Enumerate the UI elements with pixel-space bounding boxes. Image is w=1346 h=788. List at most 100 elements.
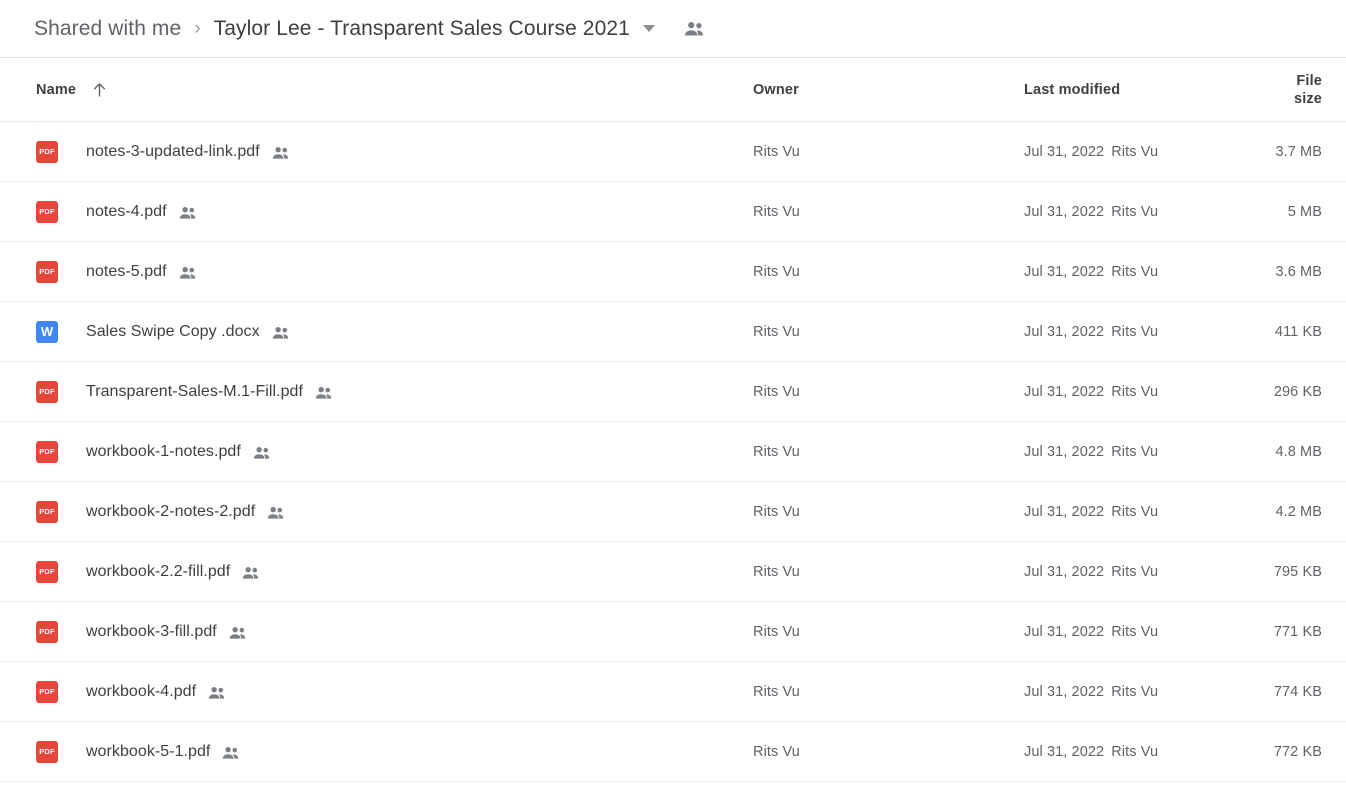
file-modified-date: Jul 31, 2022	[1024, 263, 1105, 280]
table-row[interactable]: PDF workbook-4.pdf Rits Vu Jul 31, 2022 Rits…	[0, 662, 1346, 722]
file-last-modified-cell: Jul 31, 2022 Rits Vu	[1024, 623, 1266, 641]
file-owner-label: Rits Vu	[753, 563, 800, 580]
file-modified-by: Rits Vu	[1111, 563, 1159, 580]
shared-people-icon	[178, 266, 197, 280]
file-owner-cell: Rits Vu	[753, 563, 1024, 581]
file-size-label: 3.6 MB	[1275, 263, 1322, 280]
pdf-file-icon: PDF	[36, 740, 58, 763]
table-row[interactable]: PDF workbook-3-fill.pdf Rits Vu Jul 31, 202…	[0, 602, 1346, 662]
file-size-cell: 771 KB	[1266, 623, 1334, 641]
file-size-label: 5 MB	[1287, 203, 1322, 220]
file-owner-cell: Rits Vu	[753, 323, 1024, 341]
file-owner-cell: Rits Vu	[753, 443, 1024, 461]
file-owner-label: Rits Vu	[753, 383, 800, 400]
file-size-label: 795 KB	[1273, 563, 1322, 580]
file-modified-by: Rits Vu	[1111, 263, 1159, 280]
file-size-label: 4.8 MB	[1275, 443, 1322, 460]
file-name-cell[interactable]: PDF workbook-2.2-fill.pdf	[36, 560, 753, 583]
column-header-last-modified[interactable]: Last modified	[1024, 81, 1266, 99]
file-last-modified-cell: Jul 31, 2022 Rits Vu	[1024, 683, 1266, 701]
file-owner-cell: Rits Vu	[753, 503, 1024, 521]
file-list-table: Name Owner Last modified File size PDF no…	[0, 58, 1346, 782]
pdf-file-icon: PDF	[36, 140, 58, 163]
file-owner-label: Rits Vu	[753, 323, 800, 340]
column-header-file-size[interactable]: File size	[1266, 72, 1334, 108]
table-row[interactable]: PDF notes-3-updated-link.pdf Rits Vu Jul 31…	[0, 122, 1346, 182]
file-size-cell: 4.2 MB	[1266, 503, 1334, 521]
file-name-cell[interactable]: W Sales Swipe Copy .docx	[36, 320, 753, 343]
column-header-name[interactable]: Name	[36, 82, 753, 98]
table-row[interactable]: PDF notes-5.pdf Rits Vu Jul 31, 2022 Rits Vu…	[0, 242, 1346, 302]
table-row[interactable]: PDF notes-4.pdf Rits Vu Jul 31, 2022 Rits Vu…	[0, 182, 1346, 242]
table-row[interactable]: PDF workbook-1-notes.pdf Rits Vu Jul 31, 20…	[0, 422, 1346, 482]
docx-file-icon: W	[36, 320, 58, 343]
column-header-file-size-label: File size	[1293, 72, 1322, 107]
pdf-file-icon: PDF	[36, 680, 58, 703]
file-size-label: 411 KB	[1274, 323, 1322, 340]
shared-people-icon	[221, 746, 240, 760]
file-name-cell[interactable]: PDF workbook-4.pdf	[36, 680, 753, 703]
shared-people-icon	[266, 506, 285, 520]
breadcrumb-parent-link[interactable]: Shared with me	[34, 17, 181, 41]
shared-people-icon	[271, 326, 290, 340]
file-size-label: 4.2 MB	[1275, 503, 1322, 520]
arrow-up-icon[interactable]	[92, 82, 107, 98]
pdf-file-icon: PDF	[36, 260, 58, 283]
pdf-file-icon: PDF	[36, 560, 58, 583]
column-header-name-label: Name	[36, 81, 77, 98]
file-modified-by: Rits Vu	[1111, 203, 1159, 220]
file-size-cell: 3.6 MB	[1266, 263, 1334, 281]
file-size-cell: 795 KB	[1266, 563, 1334, 581]
file-size-label: 3.7 MB	[1275, 143, 1322, 160]
drive-file-browser: Shared with me › Taylor Lee - Transparen…	[0, 0, 1346, 788]
table-row[interactable]: PDF workbook-2-notes-2.pdf Rits Vu Jul 31, …	[0, 482, 1346, 542]
file-name-label: workbook-2-notes-2.pdf	[86, 502, 256, 520]
file-last-modified-cell: Jul 31, 2022 Rits Vu	[1024, 503, 1266, 521]
file-name-cell[interactable]: PDF workbook-5-1.pdf	[36, 740, 753, 763]
file-owner-cell: Rits Vu	[753, 623, 1024, 641]
table-row[interactable]: W Sales Swipe Copy .docx Rits Vu Jul 31, 20…	[0, 302, 1346, 362]
file-owner-label: Rits Vu	[753, 443, 800, 460]
file-owner-cell: Rits Vu	[753, 203, 1024, 221]
breadcrumb: Shared with me › Taylor Lee - Transparen…	[0, 0, 1346, 58]
file-modified-date: Jul 31, 2022	[1024, 143, 1105, 160]
table-row[interactable]: PDF workbook-5-1.pdf Rits Vu Jul 31, 2022 Ri…	[0, 722, 1346, 782]
table-row[interactable]: PDF workbook-2.2-fill.pdf Rits Vu Jul 31, 2…	[0, 542, 1346, 602]
file-name-label: notes-3-updated-link.pdf	[86, 142, 260, 160]
file-size-cell: 5 MB	[1266, 203, 1334, 221]
file-last-modified-cell: Jul 31, 2022 Rits Vu	[1024, 143, 1266, 161]
file-size-label: 774 KB	[1273, 683, 1322, 700]
file-modified-date: Jul 31, 2022	[1024, 623, 1105, 640]
file-name-cell[interactable]: PDF notes-4.pdf	[36, 200, 753, 223]
file-name-cell[interactable]: PDF notes-3-updated-link.pdf	[36, 140, 753, 163]
file-modified-date: Jul 31, 2022	[1024, 503, 1105, 520]
file-name-cell[interactable]: PDF workbook-1-notes.pdf	[36, 440, 753, 463]
shared-people-icon	[241, 566, 260, 580]
file-name-cell[interactable]: PDF notes-5.pdf	[36, 260, 753, 283]
file-last-modified-cell: Jul 31, 2022 Rits Vu	[1024, 563, 1266, 581]
file-name-cell[interactable]: PDF Transparent-Sales-M.1-Fill.pdf	[36, 380, 753, 403]
file-size-label: 296 KB	[1273, 383, 1322, 400]
file-modified-by: Rits Vu	[1111, 443, 1159, 460]
file-owner-label: Rits Vu	[753, 503, 800, 520]
table-row[interactable]: PDF Transparent-Sales-M.1-Fill.pdf Rits Vu…	[0, 362, 1346, 422]
file-modified-by: Rits Vu	[1111, 503, 1159, 520]
file-size-cell: 296 KB	[1266, 383, 1334, 401]
file-owner-cell: Rits Vu	[753, 383, 1024, 401]
pdf-file-icon: PDF	[36, 620, 58, 643]
shared-people-icon	[228, 626, 247, 640]
column-header-last-modified-label: Last modified	[1024, 81, 1121, 98]
shared-people-icon	[207, 686, 226, 700]
breadcrumb-current-folder[interactable]: Taylor Lee - Transparent Sales Course 20…	[214, 17, 630, 41]
file-size-label: 772 KB	[1273, 743, 1322, 760]
file-modified-date: Jul 31, 2022	[1024, 383, 1105, 400]
chevron-down-icon[interactable]	[642, 25, 655, 32]
file-modified-date: Jul 31, 2022	[1024, 743, 1105, 760]
file-name-cell[interactable]: PDF workbook-2-notes-2.pdf	[36, 500, 753, 523]
file-name-label: workbook-5-1.pdf	[86, 742, 211, 760]
column-header-owner[interactable]: Owner	[753, 81, 1024, 99]
file-modified-date: Jul 31, 2022	[1024, 563, 1105, 580]
file-name-cell[interactable]: PDF workbook-3-fill.pdf	[36, 620, 753, 643]
file-last-modified-cell: Jul 31, 2022 Rits Vu	[1024, 263, 1266, 281]
file-last-modified-cell: Jul 31, 2022 Rits Vu	[1024, 743, 1266, 761]
